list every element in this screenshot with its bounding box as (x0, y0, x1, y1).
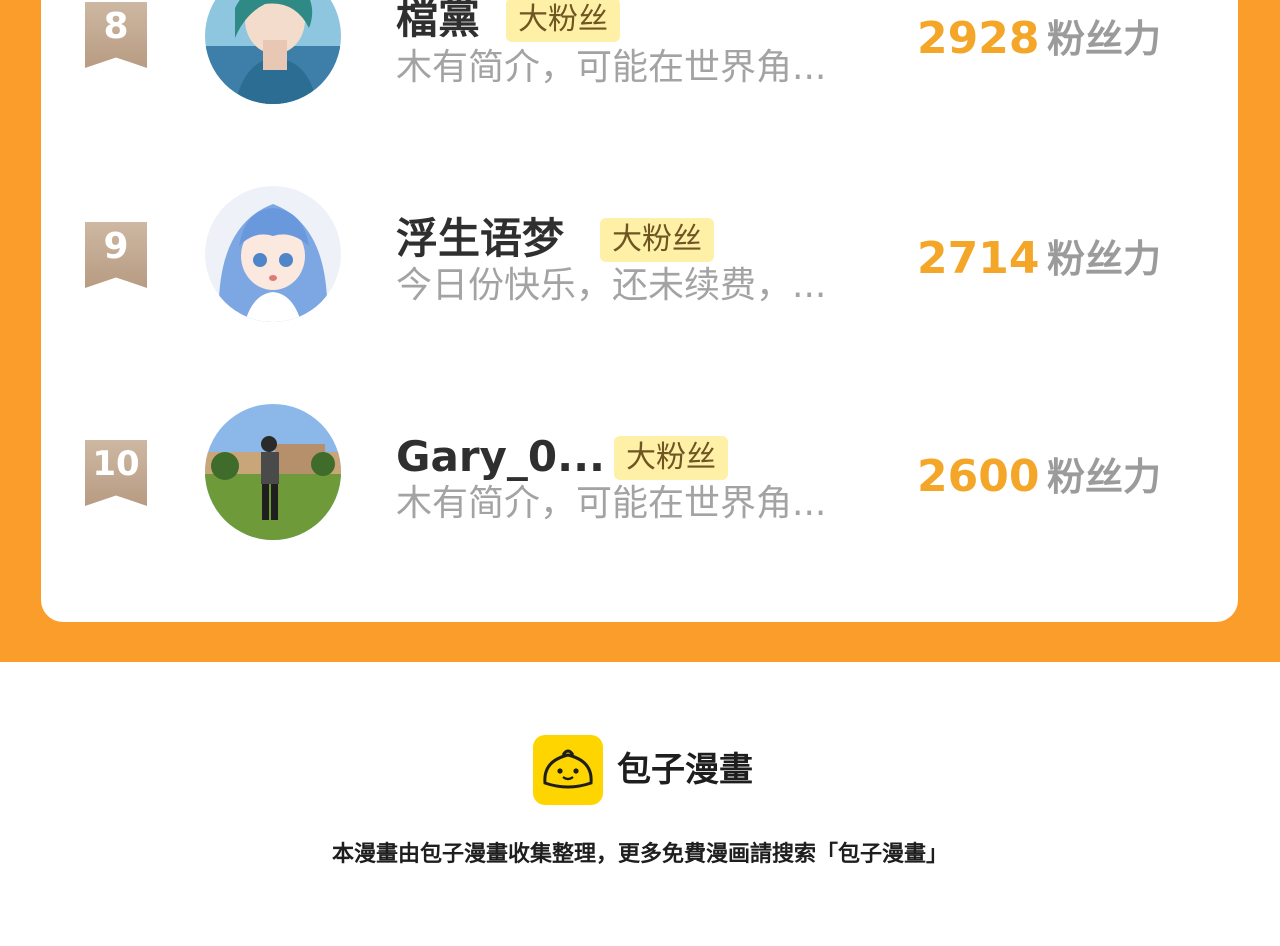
user-name[interactable]: 檔黨 (396, 0, 480, 44)
rank-ribbon-badge: 8 (85, 2, 147, 68)
rank-number: 9 (103, 226, 129, 267)
rank-number: 10 (92, 444, 140, 484)
user-bio: 木有简介，可能在世界角... (396, 47, 827, 88)
big-fan-badge: 大粉丝 (614, 436, 728, 480)
photo-person-avatar-icon[interactable] (205, 404, 341, 540)
user-bio: 木有简介，可能在世界角... (396, 483, 827, 524)
ranking-row[interactable]: 9 浮生语梦 大粉丝 今日份快乐，还未续费，... 2714 粉丝力 (41, 186, 1238, 338)
fan-ranking-card: 8 檔黨 大粉丝 木有简介，可能在世界角... 2928 粉丝力 9 浮生语梦 … (41, 0, 1238, 622)
rank-ribbon-badge: 10 (85, 440, 147, 506)
fan-power-unit: 粉丝力 (1047, 237, 1162, 281)
fan-power-unit: 粉丝力 (1047, 17, 1162, 61)
anime-girl-avatar-icon[interactable] (205, 186, 341, 322)
fan-power-score: 2600 (917, 451, 1040, 502)
ranking-row[interactable]: 10 Gary_0... 大粉丝 木有简介，可能在世界角... 2600 粉丝力 (41, 404, 1238, 556)
fan-power-score: 2714 (917, 233, 1040, 284)
rank-number: 8 (103, 6, 129, 47)
brand-name: 包子漫畫 (617, 750, 753, 790)
big-fan-badge: 大粉丝 (600, 218, 714, 262)
fan-power-unit: 粉丝力 (1047, 455, 1162, 499)
user-bio: 今日份快乐，还未续费，... (396, 265, 827, 306)
fan-power-score: 2928 (917, 13, 1040, 64)
big-fan-badge: 大粉丝 (506, 0, 620, 42)
ranking-row[interactable]: 8 檔黨 大粉丝 木有简介，可能在世界角... 2928 粉丝力 (41, 0, 1238, 120)
user-name[interactable]: 浮生语梦 (396, 214, 564, 264)
footer-note: 本漫畫由包子漫畫收集整理，更多免費漫画請搜索「包子漫畫」 (331, 842, 948, 867)
user-name[interactable]: Gary_0... (396, 432, 605, 482)
baozi-logo-icon (533, 735, 603, 805)
rank-ribbon-badge: 9 (85, 222, 147, 288)
anime-boy-avatar-icon[interactable] (205, 0, 341, 104)
